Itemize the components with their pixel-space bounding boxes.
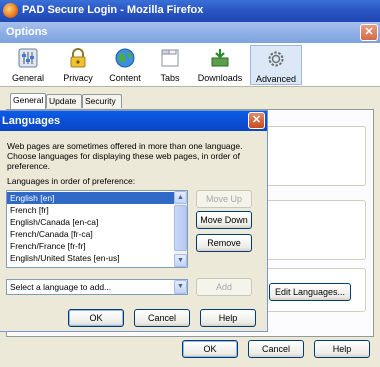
options-pane-toolbar: General Privacy Content Tabs Downloads A… — [0, 43, 380, 87]
edit-languages-button[interactable]: Edit Languages... — [269, 283, 351, 301]
general-sliders-icon — [18, 48, 38, 68]
language-list-item[interactable]: English/Canada [en-ca] — [7, 216, 175, 228]
chevron-down-icon[interactable]: ▼ — [174, 280, 187, 294]
tab-update[interactable]: Update — [46, 94, 82, 108]
accessibility-groupbox — [262, 126, 366, 186]
tab-general[interactable]: General — [10, 93, 46, 109]
language-list-item[interactable]: English [en] — [7, 192, 175, 204]
scroll-down-arrow-icon[interactable]: ▼ — [174, 254, 187, 267]
pane-content-label: Content — [109, 73, 141, 83]
pane-tabs-button[interactable]: Tabs — [152, 45, 188, 85]
options-ok-button[interactable]: OK — [182, 340, 238, 358]
privacy-lock-icon — [70, 48, 86, 68]
options-help-button[interactable]: Help — [314, 340, 370, 358]
options-title-bar[interactable]: Options ✕ — [0, 22, 380, 43]
languages-help-button[interactable]: Help — [200, 309, 256, 327]
tab-security[interactable]: Security — [82, 94, 122, 108]
pane-downloads-button[interactable]: Downloads — [196, 45, 244, 85]
languages-listbox[interactable]: English [en] French [fr] English/Canada … — [6, 190, 188, 268]
browsing-groupbox — [262, 200, 366, 260]
pane-privacy-button[interactable]: Privacy — [58, 45, 98, 85]
firefox-title-bar: PAD Secure Login - Mozilla Firefox — [0, 0, 380, 22]
languages-description: Web pages are sometimes offered in more … — [7, 141, 243, 171]
move-up-button[interactable]: Move Up — [196, 190, 252, 208]
language-list-item[interactable]: French/France [fr-fr] — [7, 240, 175, 252]
remove-button[interactable]: Remove — [196, 234, 252, 252]
scroll-up-arrow-icon[interactable]: ▲ — [174, 191, 187, 204]
content-globe-icon — [115, 48, 135, 68]
languages-close-button[interactable]: ✕ — [248, 112, 265, 129]
pane-general-button[interactable]: General — [8, 45, 48, 85]
scrollbar-thumb[interactable] — [174, 205, 187, 251]
firefox-window-title: PAD Secure Login - Mozilla Firefox — [22, 4, 204, 16]
tabs-window-icon — [161, 49, 179, 67]
add-language-select[interactable]: Select a language to add... ▼ — [6, 279, 188, 295]
options-close-button[interactable]: ✕ — [360, 24, 378, 41]
add-language-button[interactable]: Add — [196, 278, 252, 296]
languages-dialog: Languages ✕ Web pages are sometimes offe… — [0, 110, 268, 332]
pane-downloads-label: Downloads — [197, 73, 243, 83]
pane-privacy-label: Privacy — [63, 73, 93, 83]
languages-dialog-title: Languages — [2, 115, 61, 127]
languages-cancel-button[interactable]: Cancel — [134, 309, 190, 327]
pane-advanced-label: Advanced — [255, 74, 297, 84]
options-window-title: Options — [6, 26, 48, 38]
advanced-gear-icon — [268, 51, 284, 67]
pane-general-label: General — [11, 73, 45, 83]
pane-advanced-button[interactable]: Advanced — [250, 45, 302, 85]
options-cancel-button[interactable]: Cancel — [248, 340, 304, 358]
pane-content-button[interactable]: Content — [104, 45, 146, 85]
languages-list-label: Languages in order of preference: — [7, 176, 136, 186]
language-list-item[interactable]: French/Canada [fr-ca] — [7, 228, 175, 240]
pane-tabs-label: Tabs — [160, 73, 180, 83]
languages-title-bar[interactable]: Languages ✕ — [0, 111, 267, 131]
languages-ok-button[interactable]: OK — [68, 309, 124, 327]
firefox-logo-icon — [3, 3, 18, 18]
languages-scrollbar[interactable]: ▲ ▼ — [174, 191, 187, 267]
language-list-item[interactable]: English/United States [en-us] — [7, 252, 175, 264]
downloads-box-icon — [211, 49, 229, 67]
move-down-button[interactable]: Move Down — [196, 211, 252, 229]
language-list-item[interactable]: French [fr] — [7, 204, 175, 216]
add-language-select-value: Select a language to add... — [10, 282, 112, 292]
